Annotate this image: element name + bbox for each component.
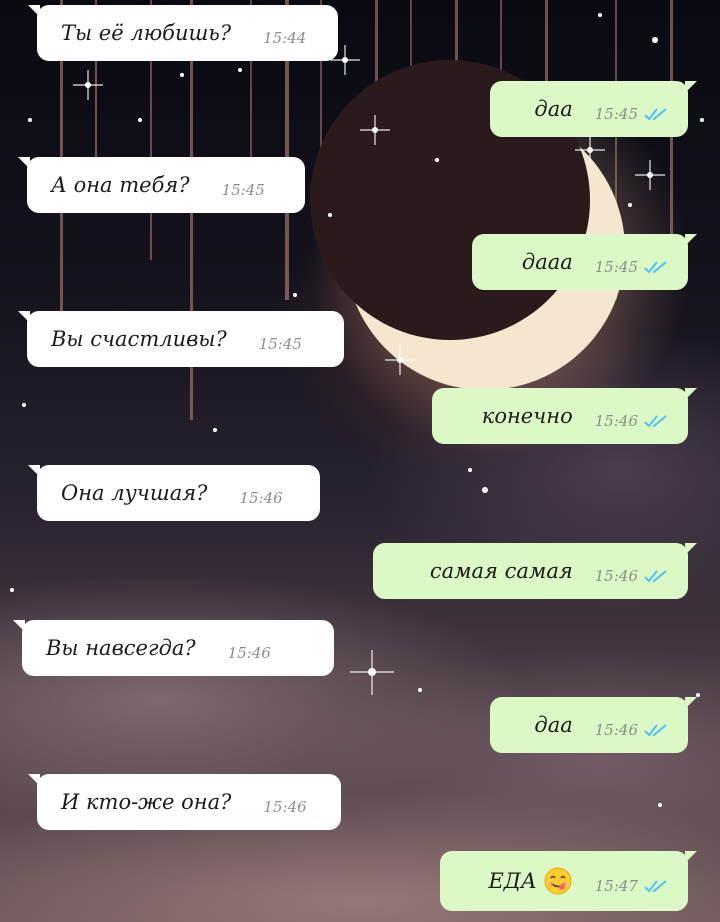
read-double-check-icon [644,724,667,737]
message-text: А она тебя? [51,173,190,197]
message-time: 15:45 [594,258,638,276]
message-time: 15:46 [227,644,271,662]
incoming-message[interactable]: Вы счастливы? 15:45 [18,311,344,367]
outgoing-message[interactable]: даа 15:46 [490,697,697,753]
message-time: 15:46 [594,721,638,739]
incoming-message[interactable]: Она лучшая? 15:46 [28,465,320,521]
message-text: дааа [521,250,573,274]
message-text: ЕДА [488,869,537,893]
message-time: 15:47 [594,877,638,895]
outgoing-message[interactable]: даа 15:45 [490,81,697,137]
outgoing-message[interactable]: конечно 15:46 [432,388,697,444]
message-time: 15:45 [594,105,638,123]
outgoing-message[interactable]: ЕДА 15:47 [440,851,697,911]
read-double-check-icon [644,570,667,583]
incoming-message[interactable]: А она тебя? 15:45 [18,157,305,213]
savoring-food-face-emoji [544,867,572,895]
message-time: 15:45 [258,335,302,353]
read-double-check-icon [644,880,667,893]
incoming-message[interactable]: Вы навсегда? 15:46 [13,620,334,676]
message-time: 15:46 [239,489,283,507]
message-text: конечно [481,404,573,428]
incoming-message[interactable]: Ты её любишь? 15:44 [28,5,338,61]
message-time: 15:44 [263,29,307,47]
message-text: даа [534,97,573,121]
read-double-check-icon [644,261,667,274]
message-text: И кто-же она? [61,790,232,814]
message-text: самая самая [429,559,573,583]
incoming-message[interactable]: И кто-же она? 15:46 [28,774,341,830]
read-double-check-icon [644,415,667,428]
message-text: Она лучшая? [61,481,208,505]
message-time: 15:46 [263,798,307,816]
message-text: даа [534,713,573,737]
message-text: Вы навсегда? [46,636,196,660]
outgoing-message[interactable]: самая самая 15:46 [373,543,697,599]
message-text: Ты её любишь? [61,21,232,45]
outgoing-message[interactable]: дааа 15:45 [472,234,697,290]
message-text: Вы счастливы? [51,327,227,351]
message-time: 15:46 [594,567,638,585]
message-time: 15:45 [221,181,265,199]
read-double-check-icon [644,108,667,121]
message-time: 15:46 [594,412,638,430]
message-content: ЕДА [488,866,572,896]
